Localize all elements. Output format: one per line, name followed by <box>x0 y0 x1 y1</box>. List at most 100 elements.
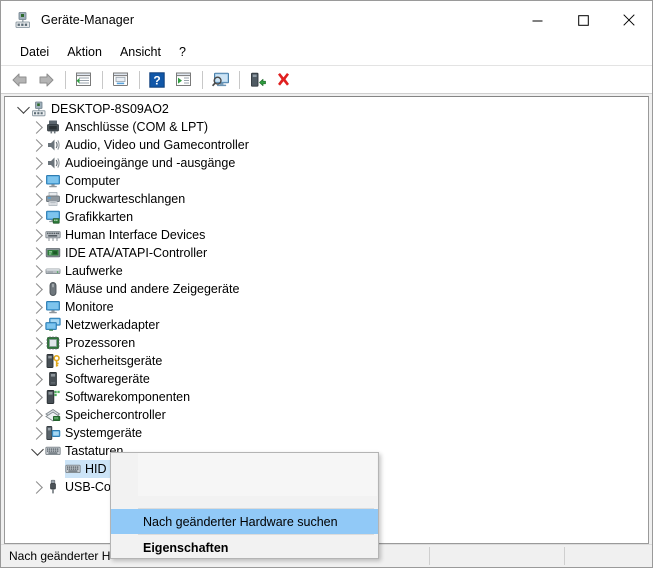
tree-row-security-devices[interactable]: Sicherheitsgeräte <box>5 352 648 370</box>
tree-label: Grafikkarten <box>65 210 134 224</box>
chevron-right-icon[interactable] <box>29 424 45 442</box>
tree-row-audio-inputs-outputs[interactable]: Audioeingänge und -ausgänge <box>5 154 648 172</box>
tree-row-ide-controllers[interactable]: IDE ATA/ATAPI-Controller <box>5 244 648 262</box>
tree-label: Netzwerkadapter <box>65 318 160 332</box>
sound-icon <box>45 137 61 153</box>
tree-label: Laufwerke <box>65 264 123 278</box>
tree-label: HID <box>85 462 107 476</box>
tree-row-hid[interactable]: Human Interface Devices <box>5 226 648 244</box>
title-bar[interactable]: Geräte-Manager <box>1 1 652 39</box>
chevron-right-icon[interactable] <box>29 478 45 496</box>
tree-row-ports[interactable]: Anschlüsse (COM & LPT) <box>5 118 648 136</box>
chevron-right-icon[interactable] <box>29 280 45 298</box>
tree-label: Anschlüsse (COM & LPT) <box>65 120 209 134</box>
menu-ansicht[interactable]: Ansicht <box>111 42 170 62</box>
status-divider <box>564 547 565 565</box>
tree-label: Mäuse und andere Zeigegeräte <box>65 282 240 296</box>
menu-datei[interactable]: Datei <box>11 42 58 62</box>
status-text: Nach geänderter H <box>9 549 111 563</box>
network-adapter-icon <box>45 317 61 333</box>
tree-row-system-devices[interactable]: Systemgeräte <box>5 424 648 442</box>
chevron-right-icon[interactable] <box>29 316 45 334</box>
ctx-properties[interactable]: Eigenschaften <box>111 535 378 558</box>
chevron-right-icon[interactable] <box>29 352 45 370</box>
tree-label: Speichercontroller <box>65 408 166 422</box>
forward-icon[interactable] <box>34 68 58 91</box>
tree-label: Monitore <box>65 300 114 314</box>
chevron-right-icon[interactable] <box>29 118 45 136</box>
tree-label: IDE ATA/ATAPI-Controller <box>65 246 208 260</box>
device-tree-panel[interactable]: DESKTOP-8S09AO2 Anschlüsse (COM & LPT) A… <box>4 96 649 559</box>
chevron-right-icon[interactable] <box>29 226 45 244</box>
toolbar: ? <box>1 66 652 94</box>
tree-label: Softwarekomponenten <box>65 390 191 404</box>
minimize-icon[interactable] <box>514 1 560 39</box>
chevron-right-icon[interactable] <box>29 370 45 388</box>
tree-row-monitors[interactable]: Monitore <box>5 298 648 316</box>
close-icon[interactable] <box>606 1 652 39</box>
chevron-right-icon[interactable] <box>29 154 45 172</box>
software-component-icon <box>45 389 61 405</box>
chevron-right-icon[interactable] <box>29 298 45 316</box>
chevron-right-icon[interactable] <box>29 388 45 406</box>
tree-row-computer[interactable]: Computer <box>5 172 648 190</box>
device-manager-icon <box>14 11 32 29</box>
back-icon[interactable] <box>8 68 32 91</box>
scan-for-hardware-changes-icon[interactable] <box>208 68 232 91</box>
tree-row-software-components[interactable]: Softwarekomponenten <box>5 388 648 406</box>
tree-label: Audioeingänge und -ausgänge <box>65 156 236 170</box>
context-menu-blank-region <box>111 453 378 508</box>
menu-hilfe[interactable]: ? <box>170 42 195 62</box>
uninstall-device-icon[interactable] <box>271 68 295 91</box>
tree-row-storage-controllers[interactable]: Speichercontroller <box>5 406 648 424</box>
toolbar-separator <box>102 70 103 89</box>
tree-row-disk-drives[interactable]: Laufwerke <box>5 262 648 280</box>
tree-row-mice[interactable]: Mäuse und andere Zeigegeräte <box>5 280 648 298</box>
tree-row-network-adapters[interactable]: Netzwerkadapter <box>5 316 648 334</box>
chevron-right-icon[interactable] <box>29 172 45 190</box>
usb-icon <box>45 479 61 495</box>
update-driver-icon[interactable] <box>171 68 195 91</box>
tree-row-audio-video-game[interactable]: Audio, Video und Gamecontroller <box>5 136 648 154</box>
chevron-right-icon[interactable] <box>29 208 45 226</box>
maximize-icon[interactable] <box>560 1 606 39</box>
show-hidden-devices-icon[interactable] <box>71 68 95 91</box>
enable-device-icon[interactable] <box>245 68 269 91</box>
printer-icon <box>45 191 61 207</box>
status-divider <box>429 547 430 565</box>
properties-icon[interactable] <box>108 68 132 91</box>
tree-label: Systemgeräte <box>65 426 143 440</box>
sound-icon <box>45 155 61 171</box>
mouse-icon <box>45 281 61 297</box>
tree-row-processors[interactable]: Prozessoren <box>5 334 648 352</box>
display-adapter-icon <box>45 209 61 225</box>
chevron-right-icon[interactable] <box>29 190 45 208</box>
chevron-down-icon[interactable] <box>15 100 31 118</box>
tree-row-software-devices[interactable]: Softwaregeräte <box>5 370 648 388</box>
tree-label: Sicherheitsgeräte <box>65 354 163 368</box>
tree-row-display-adapters[interactable]: Grafikkarten <box>5 208 648 226</box>
keyboard-icon <box>65 461 81 477</box>
ports-icon <box>45 119 61 135</box>
toolbar-separator <box>65 70 66 89</box>
computer-root-icon <box>31 101 47 117</box>
chevron-right-icon[interactable] <box>29 136 45 154</box>
security-device-icon <box>45 353 61 369</box>
chevron-down-icon[interactable] <box>29 442 45 460</box>
disk-drive-icon <box>45 263 61 279</box>
ctx-scan-hardware[interactable]: Nach geänderter Hardware suchen <box>111 509 378 534</box>
chevron-right-icon[interactable] <box>29 406 45 424</box>
chevron-right-icon[interactable] <box>29 334 45 352</box>
tree-label: USB-Co <box>65 480 111 494</box>
context-menu[interactable]: Nach geänderter Hardware suchen Eigensch… <box>110 452 379 559</box>
chevron-right-icon[interactable] <box>29 262 45 280</box>
chevron-right-icon[interactable] <box>29 244 45 262</box>
menu-aktion[interactable]: Aktion <box>58 42 111 62</box>
tree-label: Druckwarteschlangen <box>65 192 186 206</box>
toolbar-separator <box>202 70 203 89</box>
help-icon[interactable]: ? <box>145 68 169 91</box>
tree-row-print-queues[interactable]: Druckwarteschlangen <box>5 190 648 208</box>
menu-bar: Datei Aktion Ansicht ? <box>1 39 652 66</box>
tree-row-root[interactable]: DESKTOP-8S09AO2 <box>5 100 648 118</box>
